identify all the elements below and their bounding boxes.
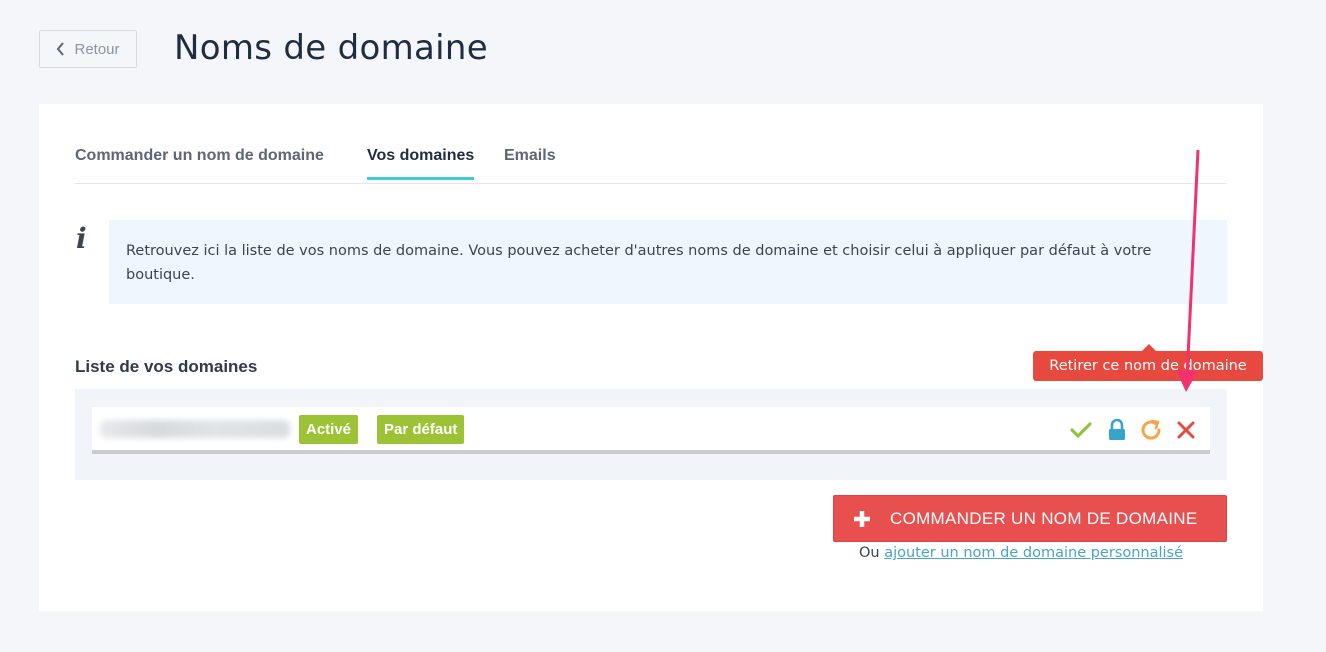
footer-prefix: Ou — [859, 545, 880, 561]
domains-section-title: Liste de vos domaines — [75, 357, 258, 376]
domains-list: Activé Par défaut — [75, 389, 1227, 480]
custom-domain-line: Ou ajouter un nom de domaine personnalis… — [859, 545, 1183, 561]
status-badge-active: Activé — [299, 415, 359, 444]
order-domain-button[interactable]: COMMANDER UN NOM DE DOMAINE — [833, 495, 1227, 542]
back-button[interactable]: Retour — [39, 30, 137, 68]
domain-name-blurred — [100, 420, 290, 438]
domain-row: Activé Par défaut — [92, 407, 1210, 454]
tab-emails[interactable]: Emails — [504, 147, 556, 177]
tab-bar: Commander un nom de domaine Vos domaines… — [75, 144, 1227, 184]
back-label: Retour — [74, 40, 120, 58]
page-title: Noms de domaine — [174, 28, 488, 68]
refresh-icon[interactable] — [1139, 417, 1165, 443]
chevron-left-icon — [57, 42, 65, 56]
tab-order-domain[interactable]: Commander un nom de domaine — [75, 147, 324, 177]
status-badge-default: Par défaut — [377, 415, 465, 444]
info-icon: i — [76, 222, 87, 255]
info-message: Retrouvez ici la liste de vos noms de do… — [109, 220, 1227, 304]
add-custom-domain-link[interactable]: ajouter un nom de domaine personnalisé — [884, 545, 1183, 561]
check-icon[interactable] — [1068, 417, 1094, 443]
lock-icon[interactable] — [1104, 417, 1130, 443]
remove-domain-tooltip: Retirer ce nom de domaine — [1033, 344, 1263, 381]
order-domain-label: COMMANDER UN NOM DE DOMAINE — [890, 508, 1198, 528]
tab-your-domains[interactable]: Vos domaines — [367, 147, 475, 180]
plus-icon — [854, 510, 870, 527]
close-icon[interactable] — [1173, 417, 1199, 443]
